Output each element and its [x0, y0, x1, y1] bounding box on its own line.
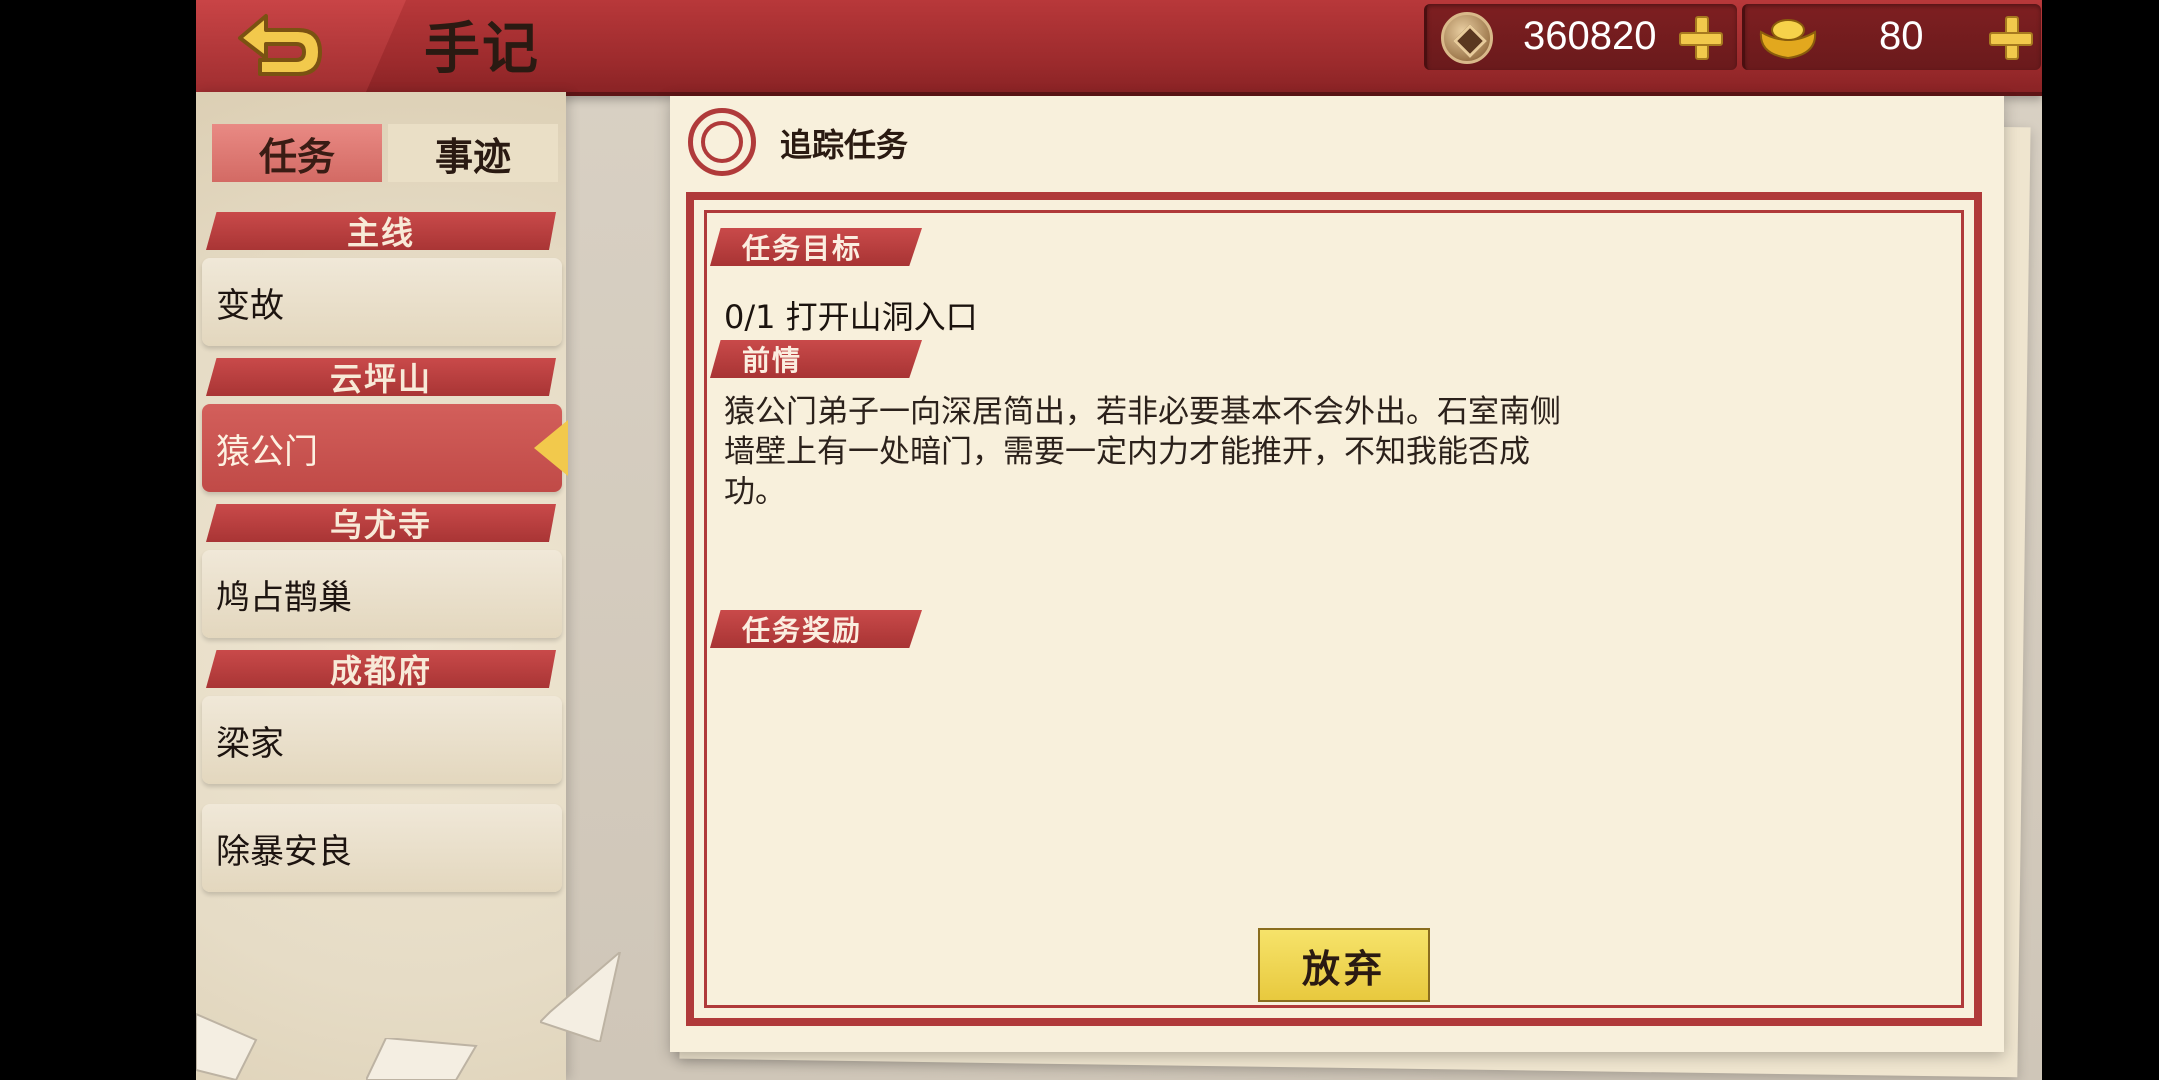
back-arrow-icon — [238, 14, 322, 76]
objective-ribbon: 任务目标 — [710, 228, 922, 266]
tab-quests[interactable]: 任务 — [212, 124, 382, 182]
coin-amount: 360820 — [1523, 14, 1657, 58]
selected-arrow-icon — [534, 420, 568, 476]
section-header-yunpingshan: 云坪山 — [206, 358, 556, 396]
paper-scrap-decoration — [196, 1012, 258, 1080]
gold-ingot-icon — [1759, 19, 1817, 60]
tab-deeds[interactable]: 事迹 — [388, 124, 558, 182]
quest-item-selected[interactable]: 猿公门 — [202, 404, 568, 492]
objective-text: 0/1 打开山洞入口 — [724, 298, 978, 336]
paper-scrap-decoration — [540, 952, 622, 1042]
quest-sidebar: 任务 事迹 主线 变故 云坪山 猿公门 乌尤寺 鸠占鹊巢 成都府 梁家 除暴安良 — [196, 92, 568, 1080]
story-ribbon: 前情 — [710, 340, 922, 378]
ingot-amount: 80 — [1879, 14, 1924, 58]
coin-currency: 360820 — [1424, 4, 1737, 70]
quest-item[interactable]: 变故 — [202, 258, 562, 346]
add-ingot-button[interactable] — [1987, 14, 2035, 62]
story-text: 猿公门弟子一向深居简出，若非必要基本不会外出。石室南侧墙壁上有一处暗门，需要一定… — [724, 394, 1561, 510]
section-header-main: 主线 — [206, 212, 556, 250]
quest-item[interactable]: 除暴安良 — [202, 804, 562, 892]
page-title: 手记 — [424, 16, 540, 82]
game-screen: 手记 360820 80 任务 事迹 主线 变故 云坪山 猿公门 乌尤寺 鸠占鹊… — [196, 0, 2042, 1080]
quest-item[interactable]: 鸠占鹊巢 — [202, 550, 562, 638]
paper-scrap-decoration — [366, 1038, 478, 1080]
quest-item-label: 猿公门 — [216, 431, 318, 472]
section-header-wuyousi: 乌尤寺 — [206, 504, 556, 542]
track-target-icon[interactable] — [688, 108, 756, 176]
back-button[interactable] — [196, 0, 406, 92]
ingot-currency: 80 — [1742, 4, 2041, 70]
coin-icon — [1441, 12, 1493, 64]
quest-item[interactable]: 梁家 — [202, 696, 562, 784]
track-quest-title: 追踪任务 — [780, 126, 909, 164]
add-coin-button[interactable] — [1677, 14, 1725, 62]
tab-bar: 任务 事迹 — [212, 124, 558, 182]
quest-detail-card: 追踪任务 任务目标 0/1 打开山洞入口 前情 猿公门弟子一向深居简出，若非必要… — [670, 96, 2004, 1052]
abandon-button[interactable]: 放弃 — [1258, 928, 1430, 1002]
top-bar: 手记 360820 80 — [196, 0, 2042, 96]
section-header-chengdufu: 成都府 — [206, 650, 556, 688]
reward-ribbon: 任务奖励 — [710, 610, 922, 648]
